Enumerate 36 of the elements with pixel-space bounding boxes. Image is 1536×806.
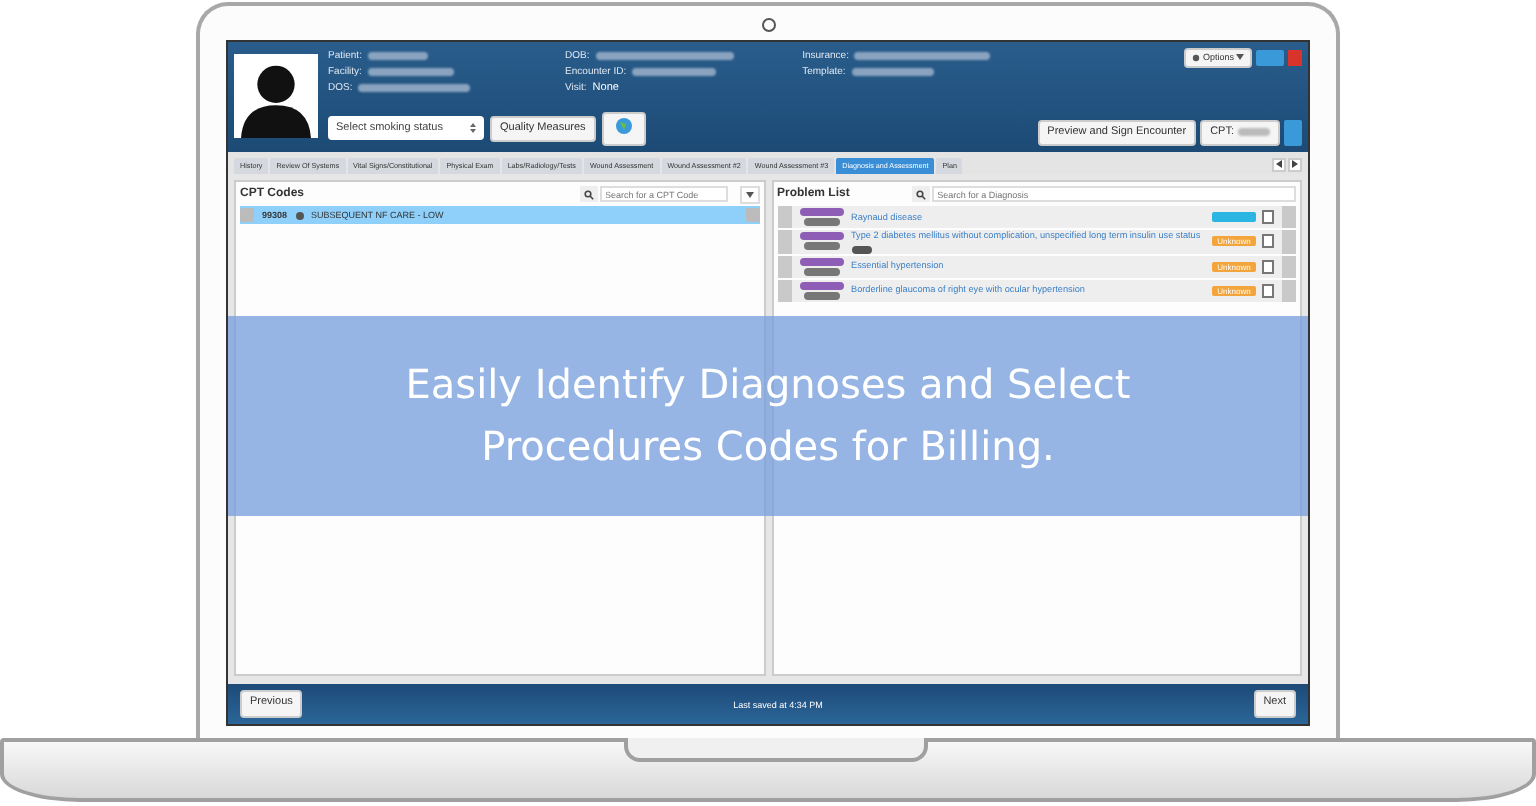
- banner-text: Procedures Codes for Billing.: [481, 420, 1055, 474]
- redacted-value: [854, 52, 991, 60]
- window-button[interactable]: [1256, 49, 1284, 66]
- globe-icon: [613, 115, 634, 136]
- remove-button[interactable]: [1282, 230, 1296, 254]
- redacted-value: [595, 52, 734, 60]
- row-handle-icon: [240, 208, 254, 222]
- search-button[interactable]: [911, 186, 930, 202]
- redacted-value: [851, 68, 934, 76]
- globe-button[interactable]: [601, 111, 646, 146]
- remove-button[interactable]: [1282, 255, 1296, 278]
- avatar-icon: [234, 48, 318, 144]
- redacted-value: [632, 68, 717, 76]
- redacted-value: [367, 52, 428, 60]
- exit-button[interactable]: [1288, 49, 1302, 66]
- add-button[interactable]: [777, 279, 791, 302]
- scroll-right-button[interactable]: [1288, 158, 1302, 172]
- redacted-value: [367, 68, 454, 76]
- search-button[interactable]: [579, 186, 597, 202]
- add-button[interactable]: [777, 230, 791, 254]
- tag-pill: [851, 245, 871, 254]
- scroll-left-button[interactable]: [1272, 158, 1286, 172]
- info-button[interactable]: [1284, 119, 1302, 146]
- sort-caret-icon: [470, 122, 476, 135]
- dropdown-button[interactable]: [739, 185, 759, 203]
- caret-icon: [745, 191, 753, 197]
- remove-icon: [745, 208, 759, 222]
- redacted-value: [358, 84, 471, 92]
- add-button[interactable]: [777, 206, 791, 228]
- remove-button[interactable]: [1282, 279, 1296, 302]
- add-button[interactable]: [777, 255, 791, 278]
- remove-button[interactable]: [1282, 206, 1296, 228]
- banner-text: Easily Identify Diagnoses and Select: [405, 358, 1131, 412]
- info-icon: [295, 211, 304, 219]
- caret-icon: [1236, 54, 1244, 61]
- camera-icon: [761, 18, 775, 32]
